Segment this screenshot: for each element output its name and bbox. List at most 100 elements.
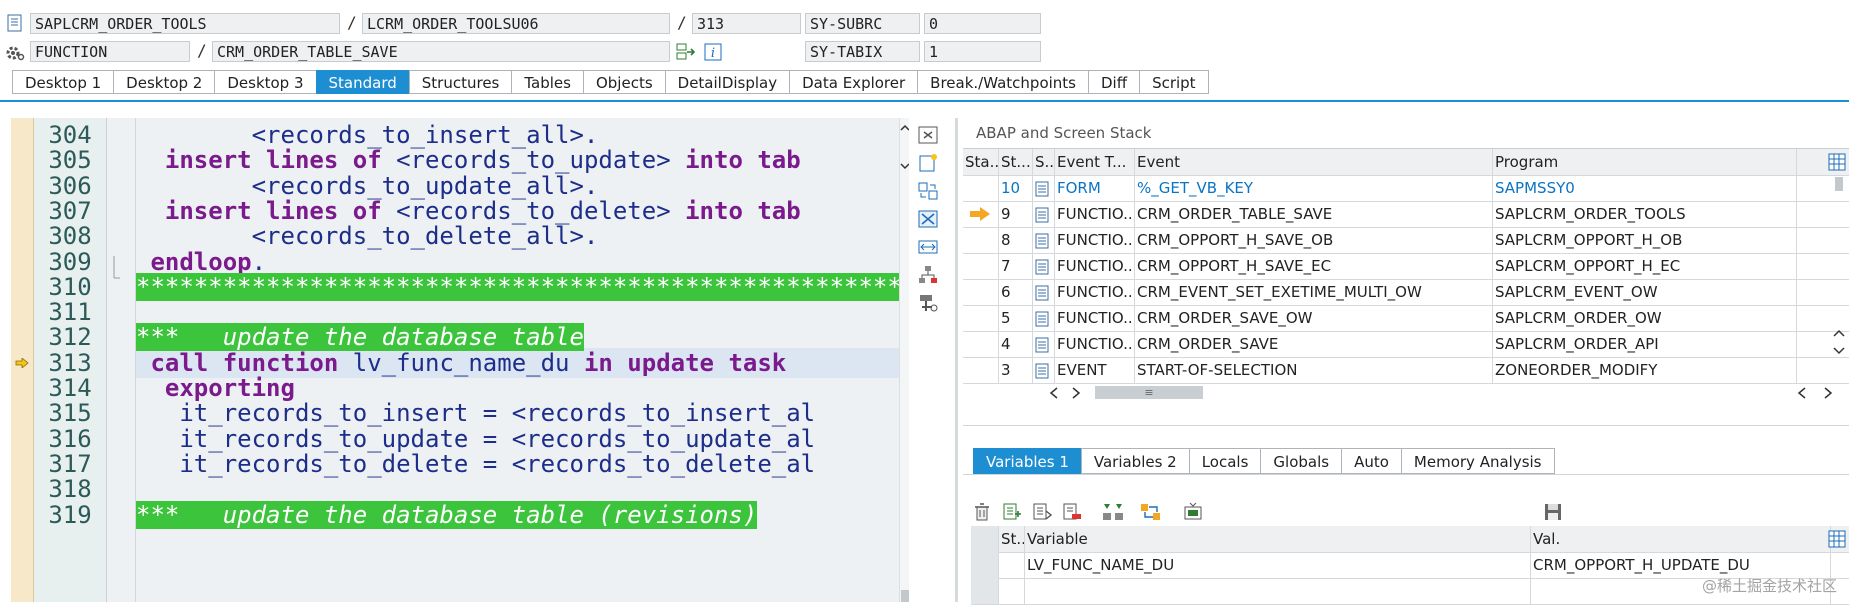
scroll-left-icon[interactable]	[1049, 387, 1059, 399]
scroll-up-icon[interactable]	[1833, 329, 1845, 337]
code-area[interactable]: <records_to_insert_all>. insert lines of…	[136, 118, 899, 602]
var-tab-auto[interactable]: Auto	[1341, 448, 1401, 474]
stack-status-cell	[963, 175, 999, 201]
collapse-icon[interactable]	[1102, 502, 1124, 522]
swap-view-icon[interactable]	[918, 181, 938, 201]
row-selector-cell	[971, 578, 999, 604]
stack-event-cell: CRM_OPPORT_H_SAVE_EC	[1135, 253, 1493, 279]
stack-level-cell: 8	[999, 227, 1033, 253]
scroll-left-icon[interactable]	[1797, 387, 1807, 399]
append-row-icon[interactable]	[1032, 502, 1052, 522]
stack-source-cell	[1033, 305, 1055, 331]
scroll-up-icon[interactable]	[900, 124, 909, 132]
layout-settings-icon[interactable]	[1828, 153, 1846, 175]
resize-view-icon[interactable]	[918, 237, 938, 257]
scroll-right-icon[interactable]	[1071, 387, 1081, 399]
tab-data-explorer[interactable]: Data Explorer	[789, 70, 918, 94]
program-field[interactable]: SAPLCRM_ORDER_TOOLS	[30, 13, 340, 34]
stack-source-cell	[1033, 175, 1055, 201]
scroll-right-icon[interactable]	[1823, 387, 1833, 399]
var-tab-globals[interactable]: Globals	[1260, 448, 1342, 474]
scroll-thumb[interactable]	[1835, 177, 1843, 191]
fold-marker-icon[interactable]	[111, 256, 121, 286]
stack-horizontal-scrollbar[interactable]: ≡	[1049, 383, 1839, 401]
stack-row[interactable]: 6 FUNCTIO... CRM_EVENT_SET_EXETIME_MULTI_O…	[963, 279, 1849, 306]
variable-name-cell: LV_FUNC_NAME_DU	[1025, 552, 1531, 578]
stack-table: Sta...St...S...Event T...EventProgram10F…	[963, 148, 1849, 426]
tab-standard[interactable]: Standard	[315, 70, 409, 94]
tab-structures[interactable]: Structures	[408, 70, 512, 94]
close-view-icon[interactable]	[918, 125, 938, 145]
keyword: into tab	[685, 196, 801, 225]
variable-status-cell	[999, 552, 1025, 578]
stack-program-cell: SAPLCRM_OPPORT_H_OB	[1493, 227, 1797, 253]
editor-vertical-scrollbar[interactable]	[899, 118, 909, 602]
stack-header-row: Sta...St...S...Event T...EventProgram	[963, 149, 1849, 176]
code-line[interactable]: ****************************************…	[136, 272, 899, 302]
new-view-icon[interactable]	[918, 153, 938, 173]
stack-level-cell: 5	[999, 305, 1033, 331]
layout-settings-icon[interactable]	[1828, 530, 1846, 552]
source-document-icon	[1035, 207, 1049, 222]
code-line[interactable]: it_records_to_delete = <records_to_delet…	[136, 449, 815, 479]
display-icon[interactable]	[1182, 502, 1204, 522]
tab-detaildisplay[interactable]: DetailDisplay	[664, 70, 790, 94]
hierarchy-icon[interactable]	[918, 265, 938, 285]
event-type-field[interactable]: FUNCTION	[30, 41, 190, 62]
var-tab-memory-analysis[interactable]: Memory Analysis	[1400, 448, 1555, 474]
tab-objects[interactable]: Objects	[582, 70, 665, 94]
tab-underline	[0, 100, 1849, 102]
stack-event-cell: CRM_EVENT_SET_EXETIME_MULTI_OW	[1135, 279, 1493, 305]
insert-row-icon[interactable]	[1002, 502, 1022, 522]
tab-desktop-3[interactable]: Desktop 3	[214, 70, 316, 94]
gear-icon	[6, 46, 25, 61]
stack-row[interactable]: 5 FUNCTIO... CRM_ORDER_SAVE_OW SAPLCRM_ORDE…	[963, 305, 1849, 332]
editor-toolbar	[912, 118, 944, 602]
stack-level-cell: 4	[999, 331, 1033, 357]
scroll-down-icon[interactable]	[1833, 347, 1845, 355]
stack-vertical-scrollbar[interactable]	[1831, 175, 1847, 355]
save-icon[interactable]	[1543, 502, 1563, 522]
stack-row[interactable]: 10 FORM %_GET_VB_KEY SAPMSSY0	[963, 175, 1849, 202]
code-editor[interactable]: <records_to_insert_all>. insert lines of…	[11, 118, 909, 602]
scroll-thumb[interactable]	[901, 590, 909, 602]
pane-splitter[interactable]	[955, 118, 958, 602]
stack-event-type-cell: FUNCTIO...	[1055, 201, 1135, 227]
stack-row[interactable]: 7 FUNCTIO... CRM_OPPORT_H_SAVE_EC SAPLCRM_O…	[963, 253, 1849, 280]
main-tabbar: Desktop 1 Desktop 2 Desktop 3 Standard Struc…	[12, 70, 1209, 96]
tab-tables[interactable]: Tables	[511, 70, 583, 94]
scroll-down-icon[interactable]	[900, 162, 909, 170]
maximize-view-icon[interactable]	[918, 209, 938, 229]
stack-level-cell: 6	[999, 279, 1033, 305]
tools-icon[interactable]	[918, 293, 938, 313]
scroll-thumb[interactable]: ≡	[1095, 386, 1203, 399]
var-tab-variables-2[interactable]: Variables 2	[1080, 448, 1189, 474]
stack-event-type-cell: FUNCTIO...	[1055, 331, 1135, 357]
remove-row-icon[interactable]	[1062, 502, 1082, 522]
include-field[interactable]: LCRM_ORDER_TOOLSU06	[362, 13, 670, 34]
tab-desktop-2[interactable]: Desktop 2	[113, 70, 215, 94]
transfer-icon[interactable]	[1140, 502, 1162, 522]
tab-script[interactable]: Script	[1139, 70, 1209, 94]
delete-icon[interactable]	[972, 502, 992, 522]
tab-diff[interactable]: Diff	[1088, 70, 1140, 94]
source-document-icon	[1035, 259, 1049, 274]
stack-row[interactable]: 4 FUNCTIO... CRM_ORDER_SAVE SAPLCRM_ORDER_A…	[963, 331, 1849, 358]
stack-row[interactable]: 9 FUNCTIO... CRM_ORDER_TABLE_SAVE SAPLCRM_O…	[963, 201, 1849, 228]
column-header: St...	[999, 149, 1033, 175]
event-name-field[interactable]: CRM_ORDER_TABLE_SAVE	[212, 41, 670, 62]
info-icon[interactable]: i	[704, 43, 722, 61]
var-tab-variables-1[interactable]: Variables 1	[973, 448, 1081, 474]
stack-event-cell: CRM_ORDER_SAVE	[1135, 331, 1493, 357]
variable-name-cell	[1025, 578, 1531, 604]
navigate-icon[interactable]	[676, 43, 696, 61]
tab-desktop-1[interactable]: Desktop 1	[12, 70, 114, 94]
program-icon	[7, 14, 22, 32]
line-field[interactable]: 313	[692, 13, 801, 34]
code-line[interactable]: *** update the database table (revisions…	[136, 500, 758, 530]
stack-row[interactable]: 8 FUNCTIO... CRM_OPPORT_H_SAVE_OB SAPLCRM_O…	[963, 227, 1849, 254]
tab-break-watchpoints[interactable]: Break./Watchpoints	[917, 70, 1088, 94]
var-tab-locals[interactable]: Locals	[1188, 448, 1261, 474]
stack-row[interactable]: 3 EVENT START-OF-SELECTION ZONEORDER_MODIFY	[963, 357, 1849, 384]
